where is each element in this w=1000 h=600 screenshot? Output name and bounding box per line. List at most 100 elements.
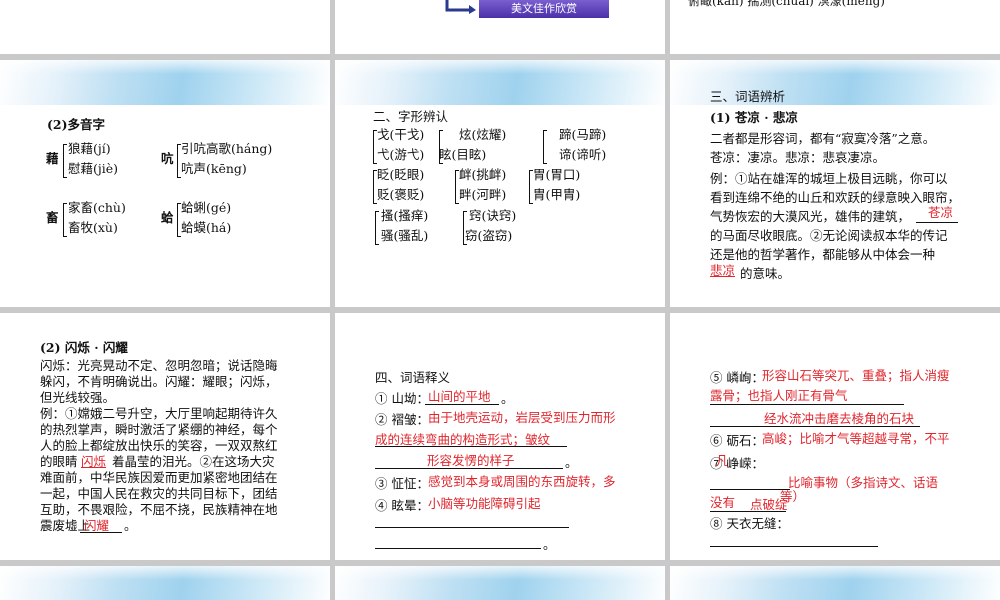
blank-line bbox=[710, 426, 920, 427]
blank-line bbox=[375, 468, 563, 469]
glyph-item: 炫(炫耀) bbox=[459, 127, 507, 142]
glyph-item: 眩(目眩) bbox=[439, 147, 487, 162]
sub-heading: (1) 苍凉 · 悲凉 bbox=[710, 110, 798, 125]
slide-bottom-left[interactable] bbox=[0, 566, 330, 600]
blank-line bbox=[80, 532, 122, 533]
answer-blank: 小脑等功能障碍引起 bbox=[428, 496, 541, 511]
text-line: 二者都是形容词，都有“寂寞冷落”之意。 bbox=[710, 131, 936, 146]
header-band bbox=[0, 60, 330, 105]
blank-line bbox=[710, 511, 786, 512]
answer-blank: 没有 bbox=[710, 495, 736, 510]
glyph-item: 弋(游弋) bbox=[377, 147, 425, 162]
blank-line bbox=[425, 404, 499, 405]
slide-define-2[interactable]: ⑤ 嶙峋： 形容山石等突兀、重叠；指人消瘦 露骨；也指人刚正有骨气 经水流冲击磨… bbox=[670, 313, 1000, 560]
answer-blank: 悲凉 bbox=[710, 263, 736, 278]
blank-line bbox=[375, 527, 569, 528]
text-line: 。 bbox=[543, 537, 556, 552]
slide-flash[interactable]: (2) 闪烁 · 闪耀 闪烁：光亮晃动不定、忽明忽暗；说话隐晦 躲闪，不肯明确说… bbox=[0, 313, 330, 560]
slide-define[interactable]: 四、词语释义 ① 山坳： 山间的平地 。 ② 褶皱： 由于地壳运动，岩层受到压力… bbox=[335, 313, 665, 560]
answer-blank: 苍凉 bbox=[928, 205, 954, 220]
poly-char: 畜 bbox=[46, 210, 59, 225]
brace bbox=[63, 144, 67, 178]
item-label: ② 褶皱： bbox=[375, 412, 429, 427]
header-band bbox=[335, 566, 665, 600]
header-band bbox=[0, 566, 330, 600]
poly-reading: 慰藉(jiè) bbox=[68, 161, 119, 176]
glyph-item: 胃(胃口) bbox=[533, 167, 581, 182]
text-line: 。 bbox=[565, 455, 578, 470]
text-line: 。 bbox=[124, 518, 137, 533]
poly-reading: 蛤蜊(gé) bbox=[181, 200, 232, 215]
glyph-item: 戈(干戈) bbox=[377, 127, 425, 142]
brace bbox=[375, 211, 379, 245]
pinyin-words: 俯瞰(kàn) 揣测(chuǎi) 溟濛(méng) bbox=[688, 0, 885, 8]
slide-analysis[interactable]: 三、词语辨析 (1) 苍凉 · 悲凉 二者都是形容词，都有“寂寞冷落”之意。 苍… bbox=[670, 60, 1000, 307]
glyph-item: 贬(褒贬) bbox=[377, 187, 425, 202]
header-band bbox=[670, 566, 1000, 600]
glyph-item: 搔(搔痒) bbox=[381, 208, 429, 223]
slide-top-right[interactable]: 俯瞰(kàn) 揣测(chuǎi) 溟濛(méng) bbox=[670, 0, 1000, 54]
text-line: 气势恢宏的大漠风光，雄伟的建筑， bbox=[710, 209, 911, 224]
blank-line bbox=[375, 548, 541, 549]
slide-title: 三、词语辨析 bbox=[710, 89, 786, 104]
text-line: 苍凉：凄凉。悲凉：悲哀凄凉。 bbox=[710, 150, 886, 165]
glyph-item: 窍(诀窍) bbox=[469, 208, 517, 223]
blank-line bbox=[375, 446, 567, 447]
slide-glyph[interactable]: 二、字形辨认 戈(干戈) 弋(游弋) 炫(炫耀) 眩(目眩) 蹄(马蹄) 谛(谛… bbox=[335, 60, 665, 307]
sub-heading: (2) 闪烁 · 闪耀 bbox=[40, 340, 128, 355]
item-label: ⑥ 砺石： bbox=[710, 433, 764, 448]
text-line: 例：①站在雄浑的城垣上极目远眺，你可以 bbox=[710, 171, 948, 186]
poly-char: 藉 bbox=[46, 151, 59, 166]
text-line: 还是他的哲学著作，都能够从中体会一种 bbox=[710, 247, 936, 262]
blank-line bbox=[710, 546, 878, 547]
header-band bbox=[335, 60, 665, 105]
slide-title: (2)多音字 bbox=[47, 117, 106, 132]
poly-reading: 蛤蟆(há) bbox=[181, 220, 232, 235]
answer-blank: 感觉到本身或周围的东西旋转，多 bbox=[428, 474, 616, 489]
brace bbox=[543, 130, 547, 164]
glyph-item: 胄(甲胄) bbox=[533, 187, 581, 202]
text-line: 的意味。 bbox=[740, 266, 791, 281]
poly-reading: 家畜(chù) bbox=[68, 200, 126, 215]
item-label: ⑦ 峥嵘： bbox=[710, 456, 764, 471]
text-line: 。 bbox=[501, 391, 514, 406]
slide-title: 四、词语释义 bbox=[375, 370, 451, 385]
item-label: ⑤ 嶙峋： bbox=[710, 370, 764, 385]
poly-reading: 畜牧(xù) bbox=[68, 220, 118, 235]
glyph-item: 眨(眨眼) bbox=[377, 167, 425, 182]
brace bbox=[63, 203, 67, 237]
item-label: ① 山坳： bbox=[375, 391, 429, 406]
poly-reading: 狼藉(jí) bbox=[68, 141, 111, 156]
blank-line bbox=[710, 404, 904, 405]
poly-char: 吭 bbox=[161, 151, 174, 166]
answer-blank: 高峻；比喻才气等超越寻常，不平 bbox=[762, 431, 950, 446]
item-label: ③ 怔怔： bbox=[375, 476, 429, 491]
glyph-item: 窃(盗窃) bbox=[465, 228, 513, 243]
slide-title: 二、字形辨认 bbox=[373, 109, 449, 124]
poly-reading: 吭声(kēng) bbox=[181, 161, 247, 176]
arrow-icon bbox=[445, 0, 476, 14]
text-line: 的马面尽收眼底。②无论阅读叔本华的传记 bbox=[710, 228, 948, 243]
essay-button[interactable]: 美文佳作欣赏 bbox=[479, 0, 609, 18]
glyph-item: 蹄(马蹄) bbox=[559, 127, 607, 142]
answer-blank: 比喻事物（多指诗文、话语 bbox=[788, 475, 939, 490]
glyph-item: 骚(骚乱) bbox=[381, 228, 429, 243]
glyph-item: 畔(河畔) bbox=[459, 187, 507, 202]
answer-blank: 由于地壳运动，岩层受到压力而形 bbox=[428, 410, 616, 425]
slide-top-left[interactable] bbox=[0, 0, 330, 54]
slide-bottom-middle[interactable] bbox=[335, 566, 665, 600]
blank-line bbox=[710, 489, 790, 490]
poly-char: 蛤 bbox=[161, 210, 174, 225]
glyph-item: 谛(谛听) bbox=[559, 147, 607, 162]
slide-polyphone[interactable]: (2)多音字 藉 狼藉(jí) 慰藉(jiè) 吭 引吭高歌(háng) 吭声(… bbox=[0, 60, 330, 307]
answer-blank: 露骨；也指人刚正有骨气 bbox=[710, 388, 848, 403]
slide-top-middle[interactable]: 美文佳作欣赏 bbox=[335, 0, 665, 54]
answer-blank: 形容山石等突兀、重叠；指人消瘦 bbox=[762, 368, 950, 383]
item-label: ④ 眩晕： bbox=[375, 498, 429, 513]
poly-reading: 引吭高歌(háng) bbox=[181, 141, 273, 156]
slide-bottom-right[interactable] bbox=[670, 566, 1000, 600]
text-line: 看到连绵不绝的山丘和欢跃的绿意映入眼帘， bbox=[710, 190, 961, 205]
glyph-item: 衅(挑衅) bbox=[459, 167, 507, 182]
blank-line bbox=[916, 222, 958, 223]
item-label: ⑧ 天衣无缝： bbox=[710, 516, 789, 531]
